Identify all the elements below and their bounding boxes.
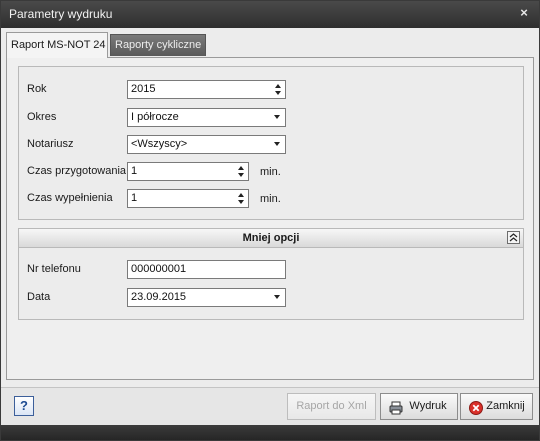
report-options-group: Rok 2015 Okres I półrocze Notariusz <Wsz… [18,66,524,220]
tab-raport-ms-not-24[interactable]: Raport MS-NOT 24 [6,32,108,58]
notariusz-select[interactable]: <Wszyscy> [127,135,286,154]
wydruk-label: Wydruk [409,400,447,412]
spin-down-icon[interactable] [238,173,244,177]
less-options-section: Mniej opcji Nr telefonu 000000001 Data 2… [18,228,524,320]
nr-telefonu-value: 000000001 [131,263,187,275]
rok-label: Rok [27,83,47,95]
spin-up-icon[interactable] [238,193,244,197]
rok-value: 2015 [131,83,156,95]
rok-spinner[interactable]: 2015 [127,80,286,99]
czas-wypelnienia-unit: min. [260,193,281,205]
okres-value: I półrocze [131,111,179,123]
chevron-down-icon[interactable] [274,115,280,119]
chevron-down-icon[interactable] [274,142,280,146]
notariusz-value: <Wszyscy> [131,138,188,150]
nr-telefonu-input[interactable]: 000000001 [127,260,286,279]
czas-wypelnienia-spinner[interactable]: 1 [127,189,249,208]
spin-down-icon[interactable] [238,200,244,204]
czas-przygotowania-unit: min. [260,166,281,178]
tab-raporty-cykliczne[interactable]: Raporty cykliczne [110,34,206,56]
czas-przygotowania-spinner[interactable]: 1 [127,162,249,181]
czas-przygotowania-spin-buttons[interactable] [235,163,248,180]
status-bar [1,425,539,440]
close-icon[interactable]: × [517,6,531,20]
spin-down-icon[interactable] [275,91,281,95]
chevron-down-icon[interactable] [274,295,280,299]
less-options-header[interactable]: Mniej opcji [19,229,523,248]
czas-wypelnienia-spin-buttons[interactable] [235,190,248,207]
czas-przygotowania-value: 1 [131,165,138,177]
okres-select[interactable]: I półrocze [127,108,286,127]
help-button[interactable]: ? [14,396,34,416]
spin-up-icon[interactable] [275,84,281,88]
data-label: Data [27,291,51,303]
double-chevron-up-icon[interactable] [507,231,520,244]
czas-przygotowania-label: Czas przygotowania [27,165,127,177]
raport-do-xml-button[interactable]: Raport do Xml [287,393,376,420]
okres-label: Okres [27,111,57,123]
data-value: 23.09.2015 [131,291,187,303]
zamknij-label: Zamknij [486,400,525,412]
wydruk-button[interactable]: Wydruk [380,393,458,420]
rok-spin-buttons[interactable] [272,81,285,98]
czas-wypelnienia-value: 1 [131,192,138,204]
window-title: Parametry wydruku [9,7,113,21]
notariusz-label: Notariusz [27,138,74,150]
zamknij-button[interactable]: Zamknij [460,393,533,420]
data-date-picker[interactable]: 23.09.2015 [127,288,286,307]
spin-up-icon[interactable] [238,166,244,170]
section-title: Mniej opcji [242,232,300,244]
print-parameters-window: Parametry wydruku × Raport MS-NOT 24 Rap… [0,0,540,441]
nr-telefonu-label: Nr telefonu [27,263,81,275]
raport-do-xml-label: Raport do Xml [296,400,367,412]
tab-panel: Rok 2015 Okres I półrocze Notariusz <Wsz… [6,57,534,380]
button-bar: ? Raport do Xml Wydruk Zamknij [1,387,539,426]
czas-wypelnienia-label: Czas wypełnienia [27,192,113,204]
title-bar: Parametry wydruku × [1,1,539,28]
